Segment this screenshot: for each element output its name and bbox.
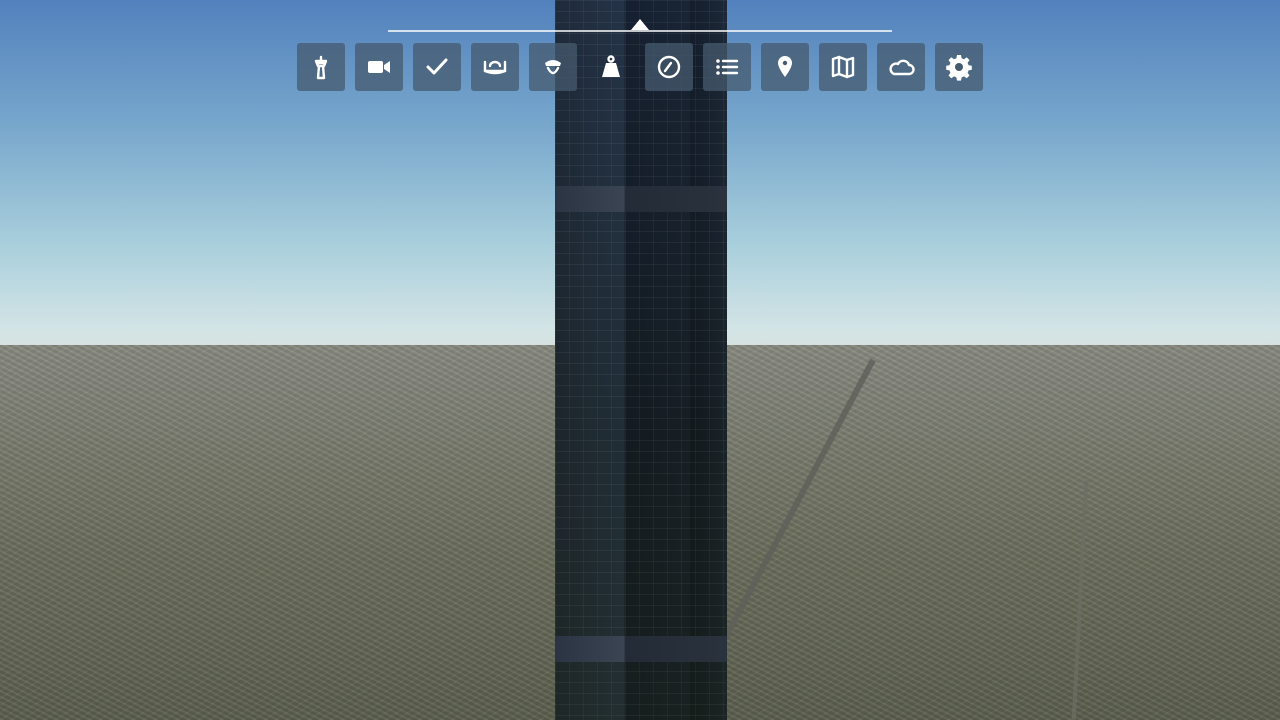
toolbar bbox=[297, 43, 983, 91]
gear-icon bbox=[946, 55, 972, 81]
weight-icon bbox=[602, 55, 620, 77]
flight-sim-scene bbox=[0, 0, 1280, 720]
copilot-button[interactable] bbox=[529, 43, 577, 91]
list-icon bbox=[716, 59, 739, 75]
skyscraper-band bbox=[555, 636, 727, 662]
video-camera-icon bbox=[368, 61, 390, 73]
settings-button[interactable] bbox=[935, 43, 983, 91]
objectives-button[interactable] bbox=[703, 43, 751, 91]
control-tower-icon bbox=[314, 55, 328, 80]
checklist-button[interactable] bbox=[413, 43, 461, 91]
vfr-map-button[interactable] bbox=[819, 43, 867, 91]
yoke-icon bbox=[483, 60, 507, 75]
skyscraper bbox=[555, 0, 727, 720]
pilot-cap-icon bbox=[545, 60, 561, 75]
map-icon bbox=[831, 55, 855, 79]
map-pin-icon bbox=[778, 56, 792, 77]
toolbar-rail bbox=[388, 30, 892, 32]
atc-button[interactable] bbox=[297, 43, 345, 91]
toolbar-collapse-caret[interactable] bbox=[631, 19, 649, 30]
travel-to-button[interactable] bbox=[761, 43, 809, 91]
weight-balance-button[interactable] bbox=[587, 43, 635, 91]
weather-button[interactable] bbox=[877, 43, 925, 91]
navlog-button[interactable] bbox=[645, 43, 693, 91]
cloud-icon bbox=[889, 59, 915, 76]
camera-button[interactable] bbox=[355, 43, 403, 91]
checkmark-icon bbox=[426, 58, 448, 75]
controls-button[interactable] bbox=[471, 43, 519, 91]
skyscraper-band bbox=[555, 186, 727, 212]
compass-icon bbox=[657, 55, 681, 79]
